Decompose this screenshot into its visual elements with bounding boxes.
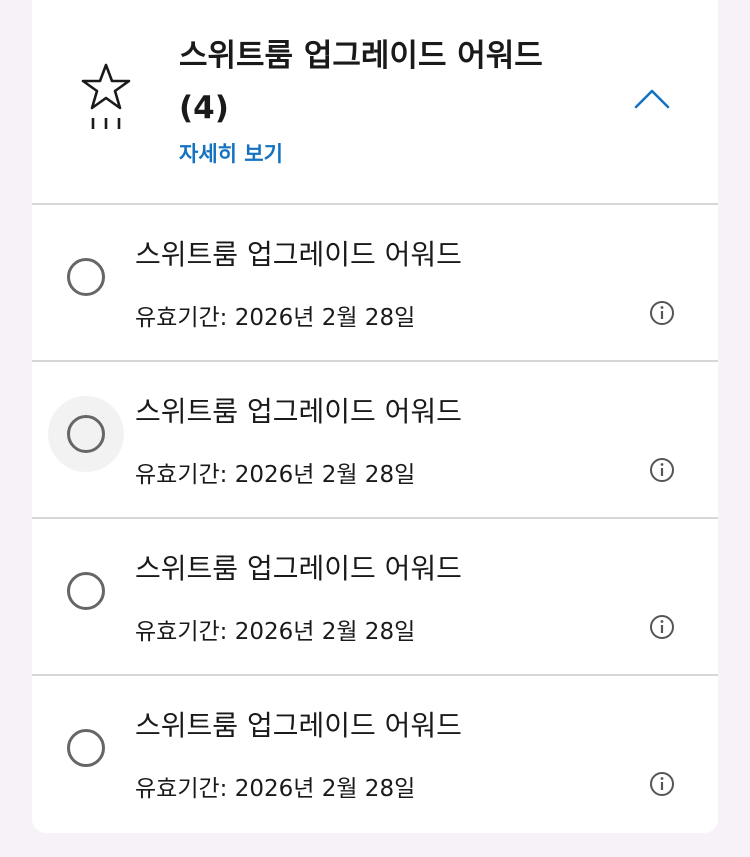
award-validity: 유효기간: 2026년 2월 28일	[135, 462, 416, 488]
award-title: 스위트룸 업그레이드 어워드	[135, 552, 462, 585]
award-title: 스위트룸 업그레이드 어워드	[135, 395, 462, 428]
award-header: 스위트룸 업그레이드 어워드 (4) 자세히 보기	[32, 0, 718, 205]
award-title: 스위트룸 업그레이드 어워드	[135, 709, 462, 742]
info-icon[interactable]	[649, 457, 675, 483]
radio-unchecked-icon[interactable]	[67, 729, 105, 767]
info-icon[interactable]	[649, 771, 675, 797]
award-row[interactable]: 스위트룸 업그레이드 어워드 유효기간: 2026년 2월 28일	[32, 362, 718, 519]
award-radio[interactable]	[48, 553, 124, 629]
award-radio[interactable]	[48, 239, 124, 315]
award-row[interactable]: 스위트룸 업그레이드 어워드 유효기간: 2026년 2월 28일	[32, 519, 718, 676]
chevron-up-icon[interactable]	[632, 84, 672, 112]
award-validity: 유효기간: 2026년 2월 28일	[135, 619, 416, 645]
radio-unchecked-icon[interactable]	[67, 415, 105, 453]
radio-unchecked-icon[interactable]	[67, 258, 105, 296]
award-title: 스위트룸 업그레이드 어워드	[135, 238, 462, 271]
award-card: 스위트룸 업그레이드 어워드 (4) 자세히 보기 스위트룸 업그레이드 어워드…	[32, 0, 718, 833]
award-validity: 유효기간: 2026년 2월 28일	[135, 305, 416, 331]
info-icon[interactable]	[649, 300, 675, 326]
view-details-link[interactable]: 자세히 보기	[179, 138, 283, 168]
award-validity: 유효기간: 2026년 2월 28일	[135, 776, 416, 802]
award-group-title: 스위트룸 업그레이드 어워드 (4)	[179, 38, 543, 126]
award-radio[interactable]	[48, 396, 124, 472]
award-row[interactable]: 스위트룸 업그레이드 어워드 유효기간: 2026년 2월 28일	[32, 205, 718, 362]
star-icon	[81, 63, 131, 129]
info-icon[interactable]	[649, 614, 675, 640]
award-radio[interactable]	[48, 710, 124, 786]
award-row[interactable]: 스위트룸 업그레이드 어워드 유효기간: 2026년 2월 28일	[32, 676, 718, 833]
radio-unchecked-icon[interactable]	[67, 572, 105, 610]
